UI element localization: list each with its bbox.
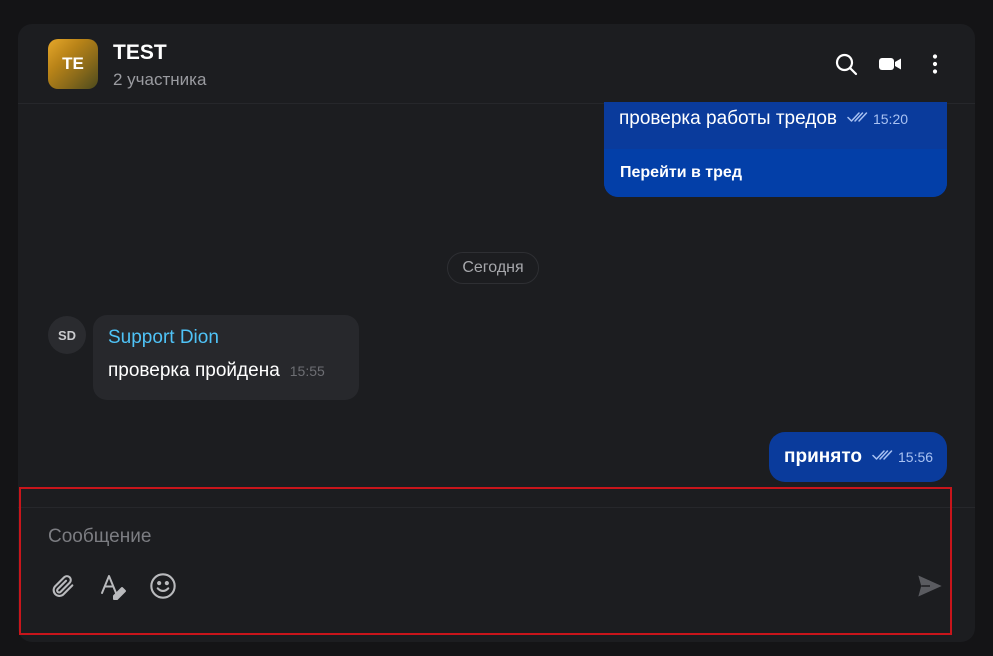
message-time: 15:55 bbox=[289, 363, 325, 379]
attach-icon[interactable] bbox=[48, 571, 78, 601]
participants-count[interactable]: 2 участника bbox=[113, 70, 206, 90]
sender-avatar[interactable]: SD bbox=[48, 316, 86, 354]
day-separator: Сегодня bbox=[447, 252, 539, 284]
more-vertical-icon[interactable] bbox=[921, 50, 949, 78]
chat-avatar[interactable]: TE bbox=[48, 39, 98, 89]
video-call-icon[interactable] bbox=[876, 50, 904, 78]
incoming-message[interactable]: Support Dion проверка пройдена 15:55 bbox=[93, 315, 359, 400]
message-time: 15:56 bbox=[898, 449, 934, 465]
read-ticks-icon bbox=[872, 448, 894, 466]
read-ticks-icon bbox=[847, 110, 869, 128]
outgoing-message[interactable]: принято 15:56 bbox=[769, 432, 947, 482]
chat-window: TE TEST 2 участника проверка работы тред… bbox=[18, 24, 975, 642]
go-to-thread-button[interactable]: Перейти в тред bbox=[604, 149, 947, 197]
search-icon[interactable] bbox=[832, 50, 860, 78]
message-input[interactable] bbox=[48, 522, 908, 552]
outgoing-message[interactable]: проверка работы тредов 15:20 Перейти в т… bbox=[604, 102, 947, 197]
message-text: принято bbox=[784, 446, 862, 467]
text-format-icon[interactable] bbox=[98, 571, 128, 601]
send-icon[interactable] bbox=[915, 571, 945, 601]
message-text: проверка пройдена bbox=[108, 360, 280, 381]
emoji-icon[interactable] bbox=[148, 571, 178, 601]
message-time: 15:20 bbox=[872, 111, 909, 127]
sender-name[interactable]: Support Dion bbox=[108, 327, 219, 349]
chat-title[interactable]: TEST bbox=[113, 41, 167, 65]
composer-divider bbox=[18, 507, 975, 508]
message-text: проверка работы тредов bbox=[619, 108, 837, 129]
chat-header: TE TEST 2 участника bbox=[18, 24, 975, 104]
